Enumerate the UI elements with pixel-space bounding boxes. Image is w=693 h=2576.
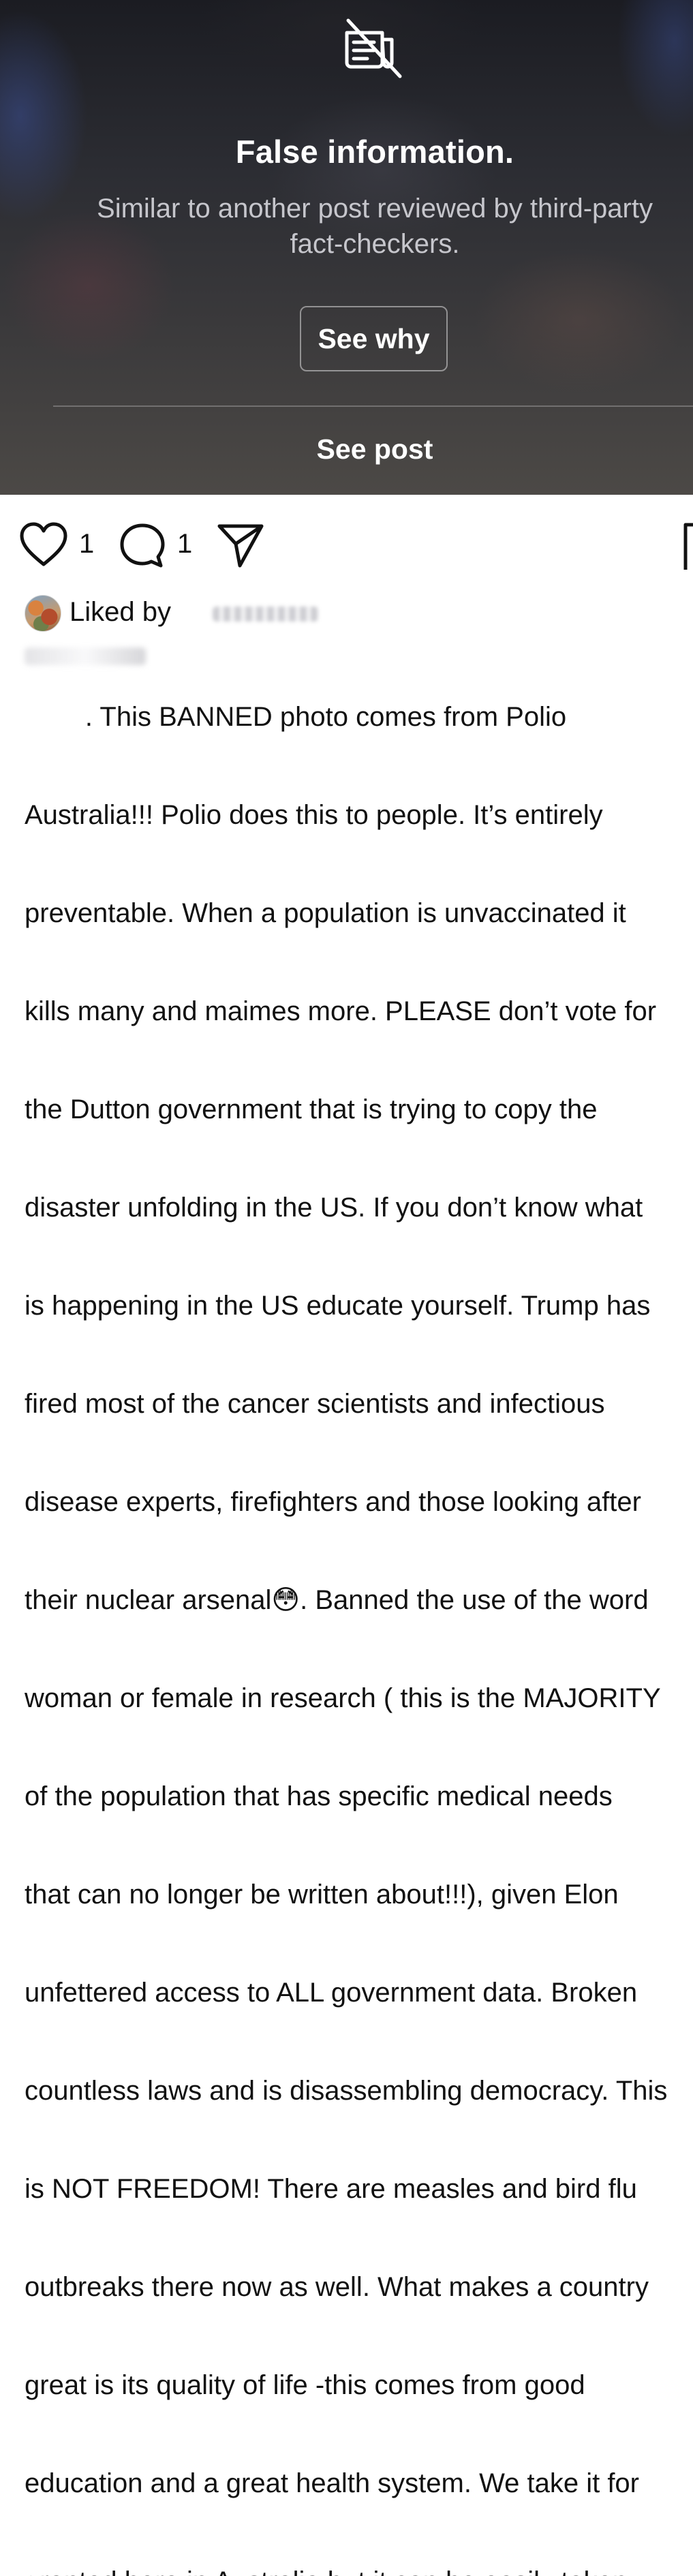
caption-line: fired most of the cancer scientists and …: [25, 1389, 605, 1419]
post-caption: . This BANNED photo comes from Polio Aus…: [25, 635, 693, 2576]
warning-subtitle-line: fact-checkers.: [290, 229, 460, 259]
caption-line: outbreaks there now as well. What makes …: [25, 2272, 649, 2302]
post-action-bar: 1 1: [0, 495, 693, 597]
bookmark-icon[interactable]: [681, 522, 693, 571]
see-post-button[interactable]: See post: [0, 433, 693, 465]
caption-line: the Dutton government that is trying to …: [25, 1094, 598, 1124]
redacted-username: [213, 607, 318, 622]
warning-title: False information.: [235, 134, 514, 170]
liked-by-label: Liked by: [70, 597, 171, 627]
caption-line: disaster unfolding in the US. If you don…: [25, 1193, 643, 1223]
comment-icon[interactable]: [119, 522, 166, 570]
caption-line: is happening in the US educate yourself.…: [25, 1291, 651, 1321]
caption-line: great is its quality of life -this comes…: [25, 2370, 585, 2400]
caption-line: . This BANNED photo comes from Polio: [25, 702, 567, 732]
caption-line: Australia!!! Polio does this to people. …: [25, 800, 603, 830]
caption-line: that can no longer be written about!!!),…: [25, 1880, 619, 1910]
caption-line: disease experts, firefighters and those …: [25, 1487, 641, 1517]
liked-by-row[interactable]: Liked by: [25, 593, 693, 632]
comment-count: 1: [177, 529, 193, 559]
send-icon[interactable]: [217, 522, 264, 570]
caption-line: of the population that has specific medi…: [25, 1781, 613, 1811]
caption-line: kills many and maimes more. PLEASE don’t…: [25, 996, 657, 1026]
warning-subtitle-line: Similar to another post reviewed by thir…: [97, 194, 653, 224]
like-count: 1: [79, 529, 95, 559]
bottom-fade: [0, 1273, 693, 1288]
warning-subtitle: Similar to another post reviewed by thir…: [0, 191, 693, 262]
see-why-button[interactable]: See why: [300, 306, 448, 371]
caption-line: granted here in Australia but it can be …: [25, 2565, 693, 2576]
caption-line: countless laws and is disassembling demo…: [25, 2076, 668, 2106]
avatar[interactable]: [25, 595, 61, 632]
caption-line: preventable. When a population is unvacc…: [25, 898, 626, 928]
caption-line: is NOT FREEDOM! There are measles and bi…: [25, 2174, 637, 2204]
caption-line: education and a great health system. We …: [25, 2468, 639, 2498]
news-off-icon: [345, 18, 402, 78]
caption-line: their nuclear arsenal😳. Banned the use o…: [25, 1585, 649, 1615]
caption-line: unfettered access to ALL government data…: [25, 1978, 638, 2008]
overlay-divider: [53, 405, 693, 407]
sensitive-content-overlay: False information. Similar to another po…: [0, 0, 693, 495]
heart-icon[interactable]: [19, 522, 68, 567]
caption-line: woman or female in research ( this is th…: [25, 1683, 661, 1713]
